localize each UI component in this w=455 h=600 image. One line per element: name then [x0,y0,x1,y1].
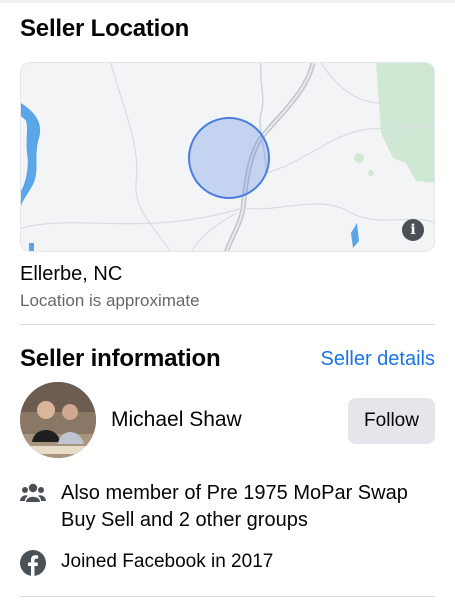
facebook-icon [20,550,46,576]
seller-details-link[interactable]: Seller details [320,348,435,371]
seller-information-title: Seller information [20,345,221,372]
joined-facebook-text: Joined Facebook in 2017 [61,551,274,572]
groups-icon [20,482,46,504]
bottom-divider [20,596,435,597]
seller-name[interactable]: Michael Shaw [111,408,242,432]
follow-button[interactable]: Follow [348,398,435,444]
section-divider [20,324,435,325]
seller-city: Ellerbe, NC [20,263,123,285]
map-canvas [21,63,434,251]
location-approximate-note: Location is approximate [20,291,200,310]
top-divider [0,0,455,3]
seller-avatar[interactable] [20,382,96,458]
info-icon[interactable]: i [402,219,424,241]
groups-membership-text[interactable]: Also member of Pre 1975 MoPar Swap Buy S… [61,480,441,534]
location-map[interactable]: i [20,62,435,252]
seller-location-title: Seller Location [20,15,190,42]
